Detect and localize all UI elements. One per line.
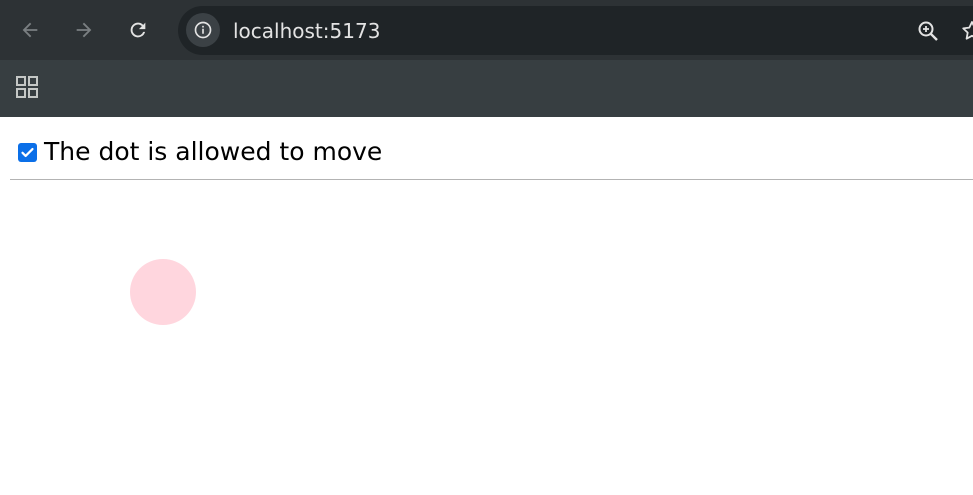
forward-button[interactable] <box>65 11 103 49</box>
zoom-in-icon <box>918 21 938 41</box>
site-info-button[interactable] <box>186 13 220 47</box>
zoom-button[interactable] <box>913 16 943 46</box>
dot <box>130 259 196 325</box>
bookmarks-bar <box>0 60 973 117</box>
info-icon <box>194 21 212 39</box>
arrow-left-icon <box>22 22 38 38</box>
reload-icon <box>130 22 146 38</box>
browser-toolbar: localhost:5173 <box>0 0 973 60</box>
bookmark-star-button[interactable] <box>957 16 973 46</box>
divider <box>10 179 973 180</box>
reload-button[interactable] <box>119 11 157 49</box>
apps-grid-icon <box>16 76 38 98</box>
address-bar[interactable]: localhost:5173 <box>178 6 973 55</box>
url-text[interactable]: localhost:5173 <box>233 19 380 43</box>
apps-button[interactable] <box>15 75 39 99</box>
move-checkbox[interactable] <box>18 142 37 162</box>
move-checkbox-label[interactable]: The dot is allowed to move <box>44 137 382 167</box>
back-button[interactable] <box>11 11 49 49</box>
arrow-right-icon <box>76 22 92 38</box>
browser-chrome: localhost:5173 <box>0 0 973 117</box>
checkmark-icon <box>21 147 34 157</box>
move-toggle[interactable]: The dot is allowed to move <box>18 137 382 167</box>
star-icon <box>962 21 973 40</box>
page-content: The dot is allowed to move <box>0 117 973 495</box>
